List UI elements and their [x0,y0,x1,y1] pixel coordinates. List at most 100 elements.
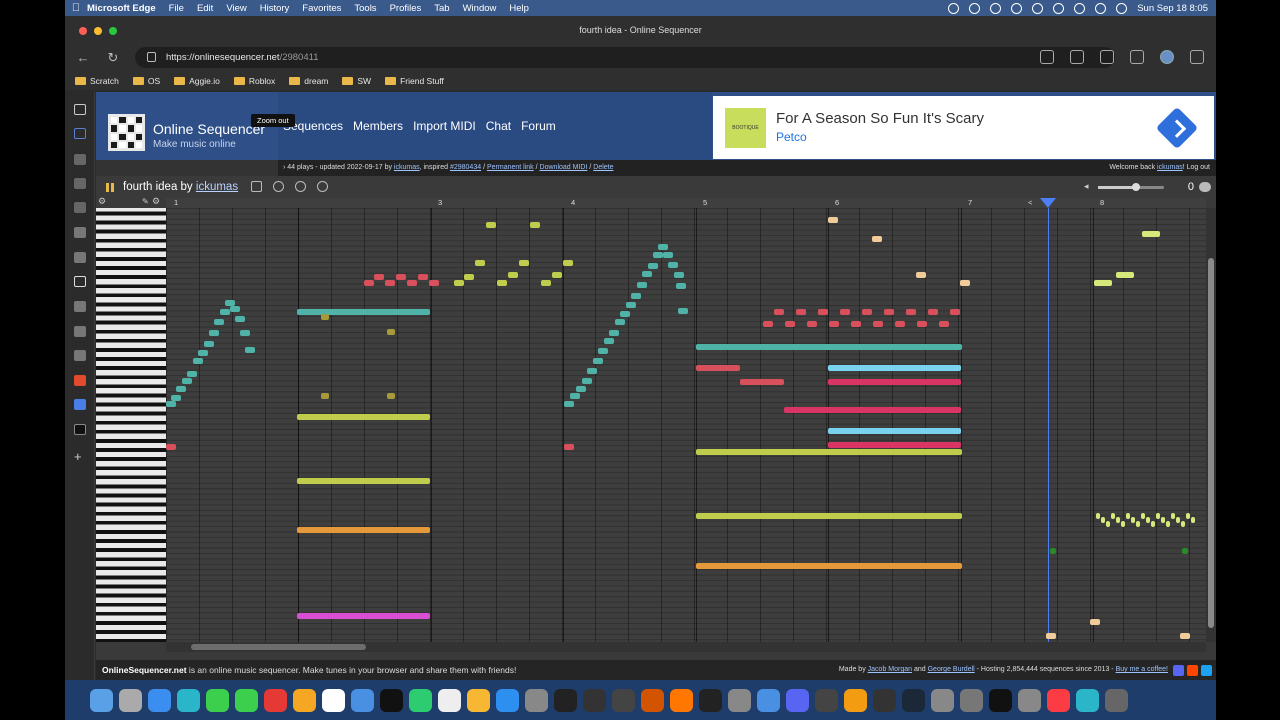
pause-icon[interactable] [106,183,114,192]
ad-title[interactable]: For A Season So Fun It's Scary [776,110,984,127]
note[interactable] [166,401,176,407]
pencil-icon[interactable]: ✎ [142,197,149,206]
tab-title[interactable]: fourth idea - Online Sequencer [65,25,1216,35]
drive-icon[interactable] [990,2,1002,14]
note[interactable] [1126,513,1130,519]
collections-icon[interactable] [1130,50,1144,64]
sidebar-tab-icon[interactable] [74,202,86,213]
note[interactable] [387,393,395,399]
note[interactable] [784,407,961,413]
note[interactable] [1156,513,1160,519]
note[interactable] [678,308,688,314]
sequence-author-link[interactable]: ickumas [196,181,238,193]
app-icon[interactable] [931,688,954,712]
sidebar-tab-icon[interactable] [74,154,86,165]
address-bar[interactable]: https://onlinesequencer.net/2980411 [135,47,1115,68]
safari-icon[interactable] [148,688,171,712]
author-link-2[interactable]: George Burdell [928,666,975,673]
edge-app-icon[interactable] [1076,688,1099,712]
note[interactable] [209,330,219,336]
nav-import-midi[interactable]: Import MIDI [413,119,476,133]
note[interactable] [785,321,795,327]
steam-icon[interactable] [902,688,925,712]
lock-icon[interactable] [147,52,156,62]
docs-icon[interactable] [74,399,86,410]
note[interactable] [587,368,597,374]
horizontal-scroll-thumb[interactable] [191,644,366,650]
note[interactable] [1116,517,1120,523]
note[interactable] [609,330,619,336]
note[interactable] [1146,517,1150,523]
note[interactable] [1050,548,1056,554]
note[interactable] [1166,521,1170,527]
zoom-out-icon[interactable] [295,181,306,192]
app-icon[interactable] [699,688,722,712]
refresh-icon[interactable]: ↻ [105,50,121,66]
app-icon[interactable] [612,688,635,712]
note[interactable] [576,386,586,392]
note[interactable] [1131,517,1135,523]
bookmark-sw[interactable]: SW [342,76,371,86]
menu-window[interactable]: Window [463,3,497,14]
note[interactable] [297,613,430,619]
note[interactable] [321,314,329,320]
note[interactable] [429,280,439,286]
note[interactable] [245,347,255,353]
note[interactable] [297,478,430,484]
discord-icon[interactable] [1173,665,1184,676]
profile-avatar[interactable] [1160,50,1174,64]
sidebar-tab-icon[interactable] [74,178,86,189]
bookmark-aggie[interactable]: Aggie.io [174,76,220,86]
note[interactable] [960,280,970,286]
note[interactable] [475,260,485,266]
note[interactable] [796,309,806,315]
timeline-ruler[interactable]: 1 3 4 5 6 7 < 8 [166,198,1206,208]
bookmark-roblox[interactable]: Roblox [233,76,275,86]
note[interactable] [1191,517,1195,523]
note[interactable] [204,341,214,347]
note[interactable] [171,395,181,401]
menu-view[interactable]: View [226,3,246,14]
footer-brand[interactable]: OnlineSequencer.net [102,665,187,675]
note[interactable] [696,563,962,569]
app-icon[interactable] [873,688,896,712]
note[interactable] [593,358,603,364]
more-icon[interactable] [1190,50,1204,64]
discord-app-icon[interactable] [786,688,809,712]
nav-chat[interactable]: Chat [486,119,511,133]
note[interactable] [939,321,949,327]
speed-icon[interactable] [273,181,284,192]
piano-keys[interactable] [96,208,166,642]
note[interactable] [1171,513,1175,519]
edit-icon[interactable] [251,181,262,192]
note[interactable] [851,321,861,327]
note[interactable] [642,271,652,277]
note[interactable] [1176,517,1180,523]
note[interactable] [297,414,430,420]
volume-knob[interactable] [1132,183,1140,191]
nav-forum[interactable]: Forum [521,119,556,133]
apple-tv-icon[interactable] [380,688,403,712]
chat-icon[interactable] [1199,182,1211,192]
sidebar-tab-icon[interactable] [74,252,86,263]
note[interactable] [884,309,894,315]
extensions-icon[interactable] [1070,50,1084,64]
finder-icon[interactable] [90,688,113,712]
app-icon[interactable] [989,688,1012,712]
note[interactable] [828,428,961,434]
note[interactable] [598,348,608,354]
menu-history[interactable]: History [260,3,290,14]
messages-icon[interactable] [206,688,229,712]
note[interactable] [552,272,562,278]
battery-icon[interactable] [1053,2,1065,14]
note[interactable] [464,274,474,280]
sidebar-tab-icon[interactable] [74,375,86,386]
tab-actions-icon[interactable] [74,104,86,115]
note[interactable] [1182,548,1188,554]
back-icon[interactable]: ← [75,50,91,66]
sidebar-tab-icon[interactable] [74,350,86,361]
creative-cloud-icon[interactable] [948,2,960,14]
note[interactable] [176,386,186,392]
note[interactable] [364,280,374,286]
note[interactable] [166,444,176,450]
